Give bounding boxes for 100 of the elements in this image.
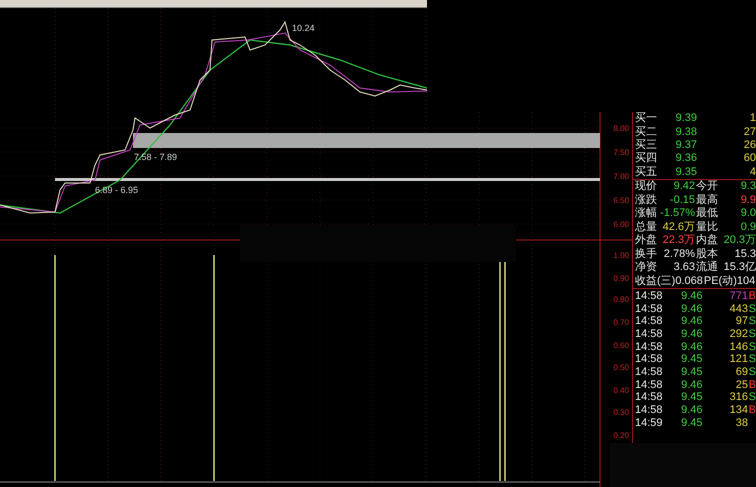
quote-label: PE(动) — [702, 274, 737, 288]
tick-price: 9.45 — [680, 366, 703, 379]
quote-label: 量比 — [695, 220, 718, 234]
quote-value: 20.3万 — [722, 234, 756, 248]
axis-label: 0.40 — [613, 386, 629, 395]
quote-label: 内盘 — [695, 234, 718, 248]
bid-label: 买二 — [635, 126, 657, 139]
quote-value: 3.63 — [672, 261, 695, 274]
tick-price: 9.46 — [680, 328, 703, 341]
tick-volume: 443 — [728, 302, 748, 316]
tick-volume: 69 — [734, 366, 748, 379]
bid-label: 买四 — [635, 152, 657, 166]
quote-label: 最高 — [695, 194, 718, 207]
quote-label: 现价 — [635, 180, 657, 194]
bid-label: 买三 — [635, 138, 657, 152]
quote-label: 最低 — [695, 207, 718, 220]
bid-label: 买一 — [635, 112, 657, 126]
tick-volume: 38 — [734, 416, 748, 430]
quote-label: 净资 — [635, 261, 657, 274]
axis-label: 0.80 — [613, 295, 629, 304]
axis-label: 0.30 — [613, 408, 629, 417]
quote-value: 0.9 — [740, 220, 756, 234]
quote-value: 15.3 — [734, 248, 756, 261]
axis-label: 7.50 — [613, 148, 629, 157]
tick-volume: 292 — [728, 328, 748, 341]
bid-volume: 27 — [742, 126, 756, 139]
trade-side-label: B — [748, 378, 756, 392]
quote-value: 9.9 — [740, 194, 756, 207]
quote-value: 2.78% — [662, 248, 695, 261]
tick-time: 14:58 — [635, 290, 663, 303]
tick-price: 9.46 — [680, 315, 703, 328]
quote-label: 涨跌 — [635, 194, 657, 207]
tick-price: 9.45 — [680, 416, 703, 430]
tick-time: 14:58 — [635, 328, 663, 341]
trade-side-label: S — [748, 315, 756, 328]
quote-value: 15.3亿 — [722, 261, 756, 274]
tick-price: 9.45 — [680, 391, 703, 404]
tick-volume: 134 — [728, 404, 748, 418]
trade-side-label: S — [748, 391, 756, 404]
quote-label: 外盘 — [635, 234, 657, 248]
bid-label: 买五 — [635, 166, 657, 179]
quote-value: 42.6万 — [662, 220, 695, 234]
bid-volume: 60 — [742, 152, 756, 166]
tick-price: 9.45 — [680, 353, 703, 366]
trade-side-label: S — [748, 366, 756, 379]
tick-time: 14:58 — [635, 315, 663, 328]
tick-time: 14:58 — [635, 302, 663, 316]
quote-label: 涨幅 — [635, 207, 657, 220]
axis-label: 0.90 — [613, 274, 629, 283]
axis-label: 0.70 — [613, 318, 629, 327]
tick-volume: 146 — [728, 340, 748, 354]
axis-label: 6.00 — [613, 220, 629, 229]
tick-volume: 771 — [728, 290, 748, 303]
tick-price: 9.46 — [680, 404, 703, 418]
quote-value: -1.57% — [659, 207, 695, 220]
axis-label: 1.00 — [613, 251, 629, 260]
axis-label: 0.60 — [613, 341, 629, 350]
tick-price: 9.46 — [680, 302, 703, 316]
high-price-label: 10.24 — [292, 23, 315, 33]
trade-side-label: S — [748, 353, 756, 366]
axis-label: 7.00 — [613, 172, 629, 181]
quote-value: 104. — [736, 274, 756, 288]
trade-side-label: B — [748, 404, 756, 418]
tick-time: 14:58 — [635, 366, 663, 379]
tick-time: 14:58 — [635, 404, 663, 418]
quote-label: 股本 — [695, 248, 718, 260]
quote-label: 换手 — [635, 248, 657, 261]
tick-price: 9.46 — [680, 378, 703, 392]
bid-price: 9.38 — [674, 126, 697, 139]
tick-volume: 97 — [734, 315, 748, 328]
trade-side-label: B — [748, 290, 756, 303]
quote-label: 总量 — [635, 220, 657, 234]
tick-time: 14:58 — [635, 353, 663, 366]
tick-price: 9.46 — [680, 340, 703, 354]
quote-label: 今开 — [695, 180, 718, 194]
axis-label: 6.50 — [613, 196, 629, 205]
quote-value: 0.068 — [675, 274, 703, 288]
trade-side-label: S — [748, 328, 756, 341]
bid-price: 9.35 — [674, 166, 697, 179]
quote-value: 9.3 — [740, 180, 756, 194]
trade-side-label: S — [748, 302, 756, 316]
quote-value: -0.15 — [668, 194, 695, 207]
tick-time: 14:58 — [635, 340, 663, 354]
quote-value: 9.0 — [740, 207, 756, 220]
tick-price: 9.46 — [680, 290, 703, 303]
tick-time: 14:59 — [635, 416, 663, 430]
bid-price: 9.37 — [674, 138, 697, 152]
tick-volume: 316 — [728, 391, 748, 404]
quote-label: 流通 — [695, 261, 718, 274]
bid-price: 9.39 — [674, 112, 697, 126]
axis-label: 0.20 — [613, 431, 629, 440]
tick-time: 14:58 — [635, 378, 663, 392]
quote-value: 22.3万 — [662, 234, 695, 248]
bid-volume: 1 — [748, 112, 756, 126]
tick-volume: 25 — [734, 378, 748, 392]
tick-time: 14:58 — [635, 391, 663, 404]
axis-label: 8.00 — [613, 124, 629, 133]
quote-value: 9.42 — [672, 180, 695, 194]
trade-side-label: S — [748, 340, 756, 354]
axis-label: 0.50 — [613, 363, 629, 372]
